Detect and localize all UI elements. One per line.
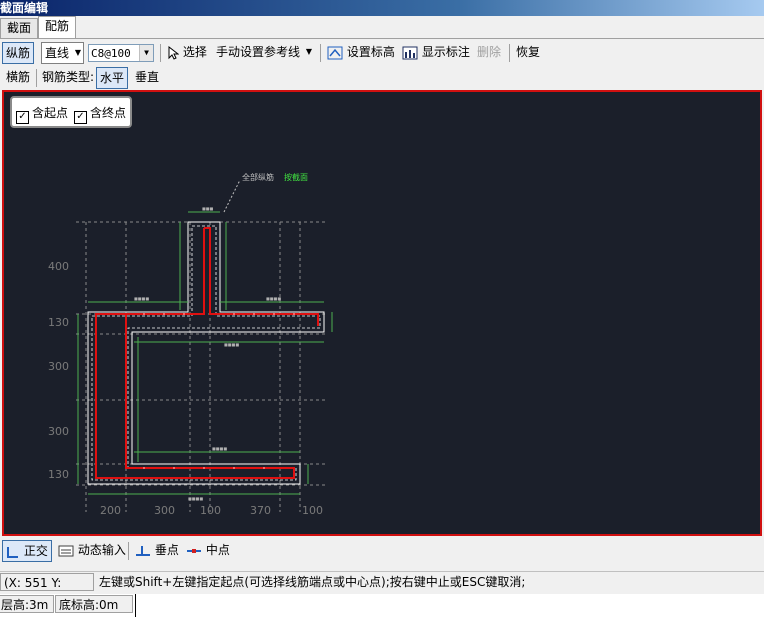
midpoint-snap-toggle[interactable]: 中点 <box>183 540 233 560</box>
bottom-dim-label: 100 <box>200 504 221 517</box>
manual-reference-line-label: 手动设置参考线 <box>216 45 301 59</box>
left-dim-label: 130 <box>48 468 69 481</box>
vertical-button[interactable]: 垂直 <box>132 67 162 87</box>
section-drawing: ■■■ ■■■■ ■■■■ ■■■■ ■■■■ ■■■■ 全部纵筋 按截面 40… <box>48 172 333 517</box>
ortho-icon <box>7 546 18 558</box>
dimension-values: ■■■ ■■■■ ■■■■ ■■■■ ■■■■ ■■■■ <box>134 206 281 501</box>
perpendicular-icon <box>136 545 150 556</box>
bottom-dim-label: 300 <box>154 504 175 517</box>
rebar-spec-combo[interactable]: C8@100 ▼ <box>88 44 154 62</box>
manual-reference-line-button[interactable]: 手动设置参考线 ▼ <box>213 42 314 62</box>
separator <box>320 44 321 62</box>
longitudinal-rebar-button[interactable]: 纵筋 <box>2 42 35 64</box>
dimension-chart-icon <box>402 46 418 59</box>
bottom-dim-label: 100 <box>302 504 323 517</box>
window-title: 截面编辑 <box>0 1 49 15</box>
midpoint-label: 中点 <box>205 543 230 557</box>
left-dim-label: 300 <box>48 425 69 438</box>
orthogonal-label: 正交 <box>23 544 48 558</box>
svg-text:■■■■: ■■■■ <box>224 342 239 347</box>
window-title-bar: 截面编辑 <box>0 0 764 16</box>
cursor-arrow-icon <box>168 45 179 60</box>
bottom-dimension-labels: 200 300 100 370 100 <box>100 504 323 517</box>
svg-text:■■■: ■■■ <box>202 206 214 211</box>
keyboard-icon <box>58 545 74 556</box>
drawing-canvas[interactable]: ✓ 含起点 ✓ 含终点 ■■■ ■■■■ ■■■■ ■■■■ ■■■■ ■■■■… <box>2 90 762 536</box>
divider <box>135 594 136 617</box>
annotation-value: 按截面 <box>284 172 308 182</box>
separator <box>160 44 161 62</box>
delete-button[interactable]: 删除 <box>474 42 504 62</box>
left-dim-label: 400 <box>48 260 69 273</box>
svg-text:■■■■: ■■■■ <box>188 496 203 501</box>
info-bar: 层高:3m 底标高:0m <box>0 594 764 617</box>
chevron-down-icon: ▼ <box>74 48 82 57</box>
midpoint-icon <box>187 548 201 553</box>
tab-reinforcement[interactable]: 配筋 <box>38 16 77 38</box>
select-label: 选择 <box>182 45 207 59</box>
elevation-icon <box>327 46 343 59</box>
tab-strip: 截面 配筋 <box>0 16 764 39</box>
tab-section[interactable]: 截面 <box>0 18 39 38</box>
annotation-leader <box>223 179 241 213</box>
bottom-dim-label: 370 <box>250 504 271 517</box>
perpendicular-snap-toggle[interactable]: 垂点 <box>132 540 182 560</box>
rebar-spec-value: C8@100 <box>91 47 131 60</box>
left-dim-label: 130 <box>48 316 69 329</box>
dynamic-input-label: 动态输入 <box>77 543 126 557</box>
set-elevation-label: 设置标高 <box>346 45 395 59</box>
perpendicular-label: 垂点 <box>154 543 179 557</box>
horizontal-button[interactable]: 水平 <box>96 67 129 89</box>
bottom-elevation: 底标高:0m <box>55 595 133 613</box>
separator <box>36 69 37 87</box>
status-bar: (X: 551 Y: -218) 左键或Shift+左键指定起点(可选择线筋端点… <box>0 571 764 608</box>
annotation-label: 全部纵筋 <box>242 172 274 182</box>
line-mode-combo[interactable]: 直线 ▼ <box>41 42 85 64</box>
toolbar-main: 纵筋 直线 ▼ C8@100 ▼ 选择 手动设置参考线 ▼ 设置标高 显示标注 … <box>0 41 764 65</box>
section-outline <box>87 221 325 485</box>
snap-toolbar: 正交 动态输入 垂点 中点 <box>0 538 764 563</box>
rebar-top <box>204 227 319 326</box>
dynamic-input-toggle[interactable]: 动态输入 <box>55 540 129 560</box>
line-mode-label: 直线 <box>45 46 70 60</box>
show-dimensions-button[interactable]: 显示标注 <box>399 42 473 62</box>
floor-height: 层高:3m <box>0 595 54 613</box>
cursor-coordinates: (X: 551 Y: -218) <box>0 573 94 608</box>
command-hint: 左键或Shift+左键指定起点(可选择线筋端点或中心点);按右键中止或ESC键取… <box>99 575 526 589</box>
separator <box>128 542 129 560</box>
left-dim-label: 300 <box>48 360 69 373</box>
chevron-down-icon: ▼ <box>139 45 153 61</box>
bottom-dim-label: 200 <box>100 504 121 517</box>
separator <box>509 44 510 62</box>
set-elevation-button[interactable]: 设置标高 <box>324 42 398 62</box>
left-dimension-labels: 400 130 300 300 130 <box>48 260 69 481</box>
restore-button[interactable]: 恢复 <box>513 42 543 62</box>
svg-text:■■■■: ■■■■ <box>266 296 281 301</box>
show-dimensions-label: 显示标注 <box>421 45 470 59</box>
rebar-type-label: 钢筋类型: <box>42 70 95 84</box>
transverse-rebar-button[interactable]: 横筋 <box>3 67 33 87</box>
orthogonal-toggle[interactable]: 正交 <box>2 540 52 562</box>
svg-text:■■■■: ■■■■ <box>134 296 149 301</box>
chevron-down-icon: ▼ <box>305 47 313 56</box>
toolbar-rebar-type: 横筋 钢筋类型: 水平 垂直 <box>0 66 764 90</box>
svg-text:■■■■: ■■■■ <box>212 446 227 451</box>
select-button[interactable]: 选择 <box>164 42 210 62</box>
